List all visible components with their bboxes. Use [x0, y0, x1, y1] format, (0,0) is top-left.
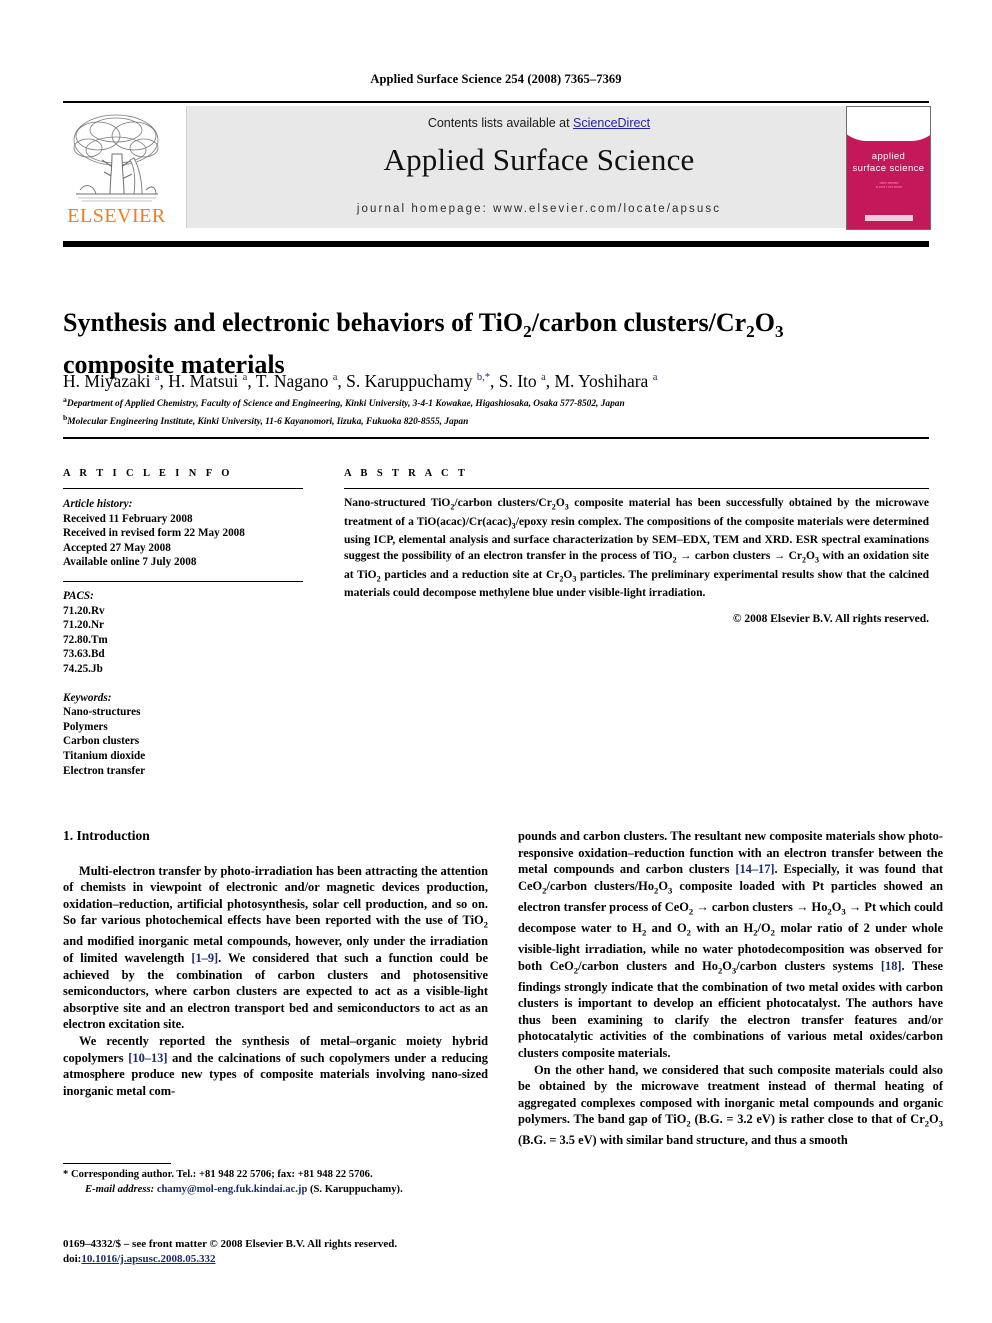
affiliation-b: bMolecular Engineering Institute, Kinki …: [63, 411, 929, 429]
affiliations: aDepartment of Applied Chemistry, Facult…: [63, 393, 929, 430]
author-list: H. Miyazaki a, H. Matsui a, T. Nagano a,…: [63, 370, 658, 391]
footnote-rule: [63, 1163, 171, 1164]
pacs-label: PACS:: [63, 589, 94, 602]
elsevier-wordmark: ELSEVIER: [67, 205, 166, 227]
doi-label: doi:: [63, 1253, 82, 1265]
history-item: Accepted 27 May 2008: [63, 541, 171, 554]
article-info-column: A R T I C L E I N F O Article history: R…: [63, 468, 303, 778]
journal-title: Applied Surface Science: [383, 142, 695, 177]
abstract-column: A B S T R A C T Nano-structured TiO2/car…: [344, 468, 929, 625]
article-info-rule-2: [63, 580, 303, 582]
keyword-item: Nano-structures: [63, 706, 141, 719]
section-heading-introduction: 1. Introduction: [63, 828, 150, 843]
cover-footer-band: [865, 215, 913, 221]
journal-banner: Contents lists available at ScienceDirec…: [186, 106, 892, 228]
elsevier-logo: ELSEVIER: [63, 106, 170, 230]
article-info-heading: A R T I C L E I N F O: [63, 468, 233, 479]
cover-title-line-2: surface science: [852, 162, 925, 174]
abstract-heading: A B S T R A C T: [344, 468, 469, 479]
article-info-rule-1: [63, 488, 303, 489]
keyword-item: Electron transfer: [63, 764, 146, 777]
doi-link[interactable]: 10.1016/j.apsusc.2008.05.332: [81, 1253, 215, 1265]
doi-line: doi:10.1016/j.apsusc.2008.05.332: [63, 1252, 493, 1267]
keyword-item: Polymers: [63, 720, 108, 733]
abstract-text: Nano-structured TiO2/carbon clusters/Cr2…: [344, 497, 929, 600]
affiliation-b-text: Molecular Engineering Institute, Kinki U…: [67, 417, 469, 428]
cover-arc-shape: [847, 107, 930, 141]
affiliation-a-text: Department of Applied Chemistry, Faculty…: [66, 399, 625, 410]
journal-cover-thumbnail[interactable]: applied surface science ▪▪▪▪▪▪ ▪▪▪▪▪▪▪▪▪…: [846, 106, 931, 230]
keywords-block: Keywords: Nano-structures Polymers Carbo…: [63, 691, 303, 779]
pacs-item: 73.63.Bd: [63, 648, 105, 661]
contents-lists-prefix: Contents lists available at: [427, 116, 574, 130]
abstract-rule: [344, 488, 929, 489]
cover-body: applied surface science ▪▪▪▪▪▪ ▪▪▪▪▪▪▪▪▪…: [847, 107, 930, 229]
body-column-left: 1. Introduction Multi-electron transfer …: [63, 828, 488, 1099]
pacs-item: 71.20.Nr: [63, 619, 105, 632]
contents-lists-line: Contents lists available at ScienceDirec…: [187, 116, 891, 130]
pacs-item: 72.80.Tm: [63, 633, 108, 646]
journal-masthead: ELSEVIER Contents lists available at Sci…: [63, 104, 931, 230]
imprint-block: 0169–4332/$ – see front matter © 2008 El…: [63, 1237, 493, 1267]
journal-homepage-line[interactable]: journal homepage: www.elsevier.com/locat…: [187, 203, 891, 215]
abstract-copyright: © 2008 Elsevier B.V. All rights reserved…: [732, 612, 929, 625]
pacs-item: 74.25.Jb: [63, 662, 103, 675]
keyword-item: Titanium dioxide: [63, 749, 146, 762]
header-divider-rule: [63, 437, 929, 439]
history-item: Available online 7 July 2008: [63, 556, 197, 569]
body-paragraph: pounds and carbon clusters. The resultan…: [518, 829, 944, 1060]
issn-copyright-line: 0169–4332/$ – see front matter © 2008 El…: [63, 1238, 398, 1250]
body-paragraph: On the other hand, we considered that su…: [518, 1062, 943, 1148]
affiliation-a: aDepartment of Applied Chemistry, Facult…: [63, 393, 929, 411]
body-column-right: pounds and carbon clusters. The resultan…: [518, 828, 943, 1149]
masthead-bottom-rule: [63, 241, 929, 247]
pacs-item: 71.20.Rv: [63, 604, 105, 617]
cover-journal-title: applied surface science: [847, 151, 930, 174]
paper-page: Applied Surface Science 254 (2008) 7365–…: [0, 0, 992, 1323]
keyword-item: Carbon clusters: [63, 735, 140, 748]
keywords-label: Keywords:: [63, 691, 112, 704]
history-item: Received in revised form 22 May 2008: [63, 527, 245, 540]
body-paragraph: Multi-electron transfer by photo-irradia…: [63, 863, 488, 1032]
corresponding-author-note: * Corresponding author. Tel.: +81 948 22…: [63, 1169, 403, 1195]
history-item: Received 11 February 2008: [63, 512, 193, 525]
running-head: Applied Surface Science 254 (2008) 7365–…: [370, 72, 622, 86]
article-history-label: Article history:: [63, 498, 133, 510]
pacs-block: PACS: 71.20.Rv 71.20.Nr 72.80.Tm 73.63.B…: [63, 589, 303, 677]
cover-title-line-1: applied: [871, 151, 906, 162]
article-history-block: Article history: Received 11 February 20…: [63, 497, 303, 570]
elsevier-tree-icon: [68, 110, 165, 204]
body-paragraph: We recently reported the synthesis of me…: [63, 1034, 488, 1098]
cover-subtitle-block: ▪▪▪▪▪▪ ▪▪▪▪▪▪▪▪▪ ▪▪ ▪▪▪▪▪ ▪ ▪▪▪▪ ▪▪▪▪▪▪▪: [875, 181, 903, 190]
sciencedirect-link[interactable]: ScienceDirect: [573, 116, 650, 130]
masthead-top-rule: [63, 101, 929, 103]
